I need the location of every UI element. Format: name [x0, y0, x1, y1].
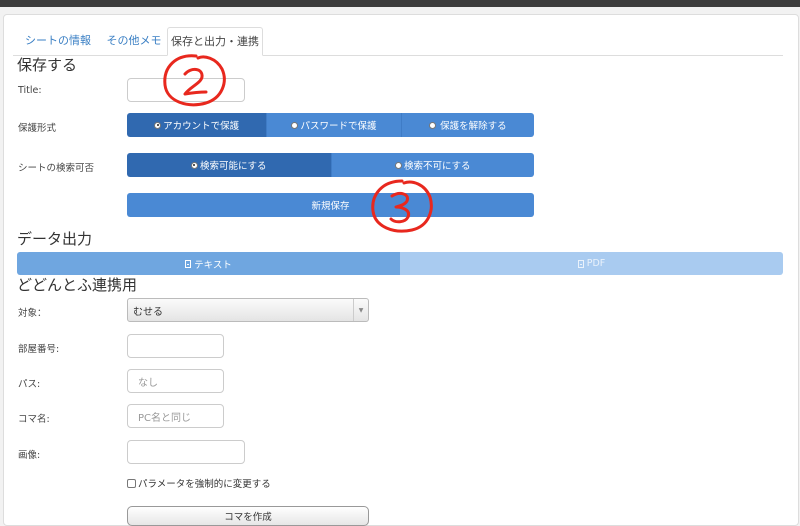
- file-text-icon: [185, 259, 192, 268]
- radio-unchecked-icon: [394, 161, 402, 169]
- radio-checked-icon: [190, 161, 198, 169]
- search-option-enabled[interactable]: 検索可能にする: [127, 153, 332, 177]
- radio-unchecked-icon: [429, 121, 437, 129]
- chevron-down-icon: ▼: [353, 299, 368, 321]
- koma-name-input[interactable]: PC名と同じ: [127, 404, 224, 428]
- search-option-disabled[interactable]: 検索不可にする: [331, 153, 534, 177]
- checkbox-icon: [127, 478, 136, 488]
- tab-sheet-info[interactable]: シートの情報: [17, 27, 99, 54]
- pass-input[interactable]: なし: [127, 369, 224, 393]
- export-pdf-button[interactable]: PDF: [400, 252, 783, 275]
- window-top-bar: [0, 0, 800, 7]
- search-segmented-control: 検索可能にする 検索不可にする: [127, 153, 534, 177]
- new-save-button[interactable]: 新規保存: [127, 193, 534, 217]
- koma-name-label: コマ名:: [18, 414, 50, 425]
- section-title-save: 保存する: [17, 56, 78, 74]
- radio-checked-icon: [154, 121, 162, 129]
- section-title-link: どどんとふ連携用: [17, 276, 138, 294]
- protect-option-password[interactable]: パスワードで保護: [267, 113, 402, 137]
- target-select[interactable]: むせる ▼: [127, 298, 369, 322]
- room-number-input[interactable]: [127, 334, 224, 358]
- tab-other-memo[interactable]: その他メモ: [99, 27, 169, 54]
- target-label: 対象：: [18, 308, 47, 319]
- radio-unchecked-icon: [291, 121, 299, 129]
- image-label: 画像:: [18, 450, 41, 461]
- protect-label: 保護形式: [18, 123, 57, 134]
- room-label: 部屋番号:: [18, 344, 60, 355]
- annotation-circle-3: [371, 179, 433, 233]
- create-koma-button[interactable]: コマを作成: [127, 506, 369, 526]
- section-title-export: データ出力: [17, 230, 93, 248]
- tab-bar: シートの情報 その他メモ 保存と出力・連携: [13, 27, 783, 56]
- image-input[interactable]: [127, 440, 245, 464]
- title-label: Title:: [18, 85, 42, 96]
- force-param-checkbox[interactable]: パラメータを強制的に変更する: [127, 476, 271, 490]
- export-text-button[interactable]: テキスト: [17, 252, 400, 275]
- pass-label: パス:: [18, 379, 41, 390]
- protect-option-account[interactable]: アカウントで保護: [127, 113, 268, 137]
- annotation-circle-2: [163, 54, 226, 107]
- file-pdf-icon: [577, 259, 584, 268]
- protect-segmented-control: アカウントで保護 パスワードで保護 保護を解除する: [127, 113, 534, 137]
- protect-option-none[interactable]: 保護を解除する: [401, 113, 534, 137]
- search-label: シートの検索可否: [18, 163, 95, 174]
